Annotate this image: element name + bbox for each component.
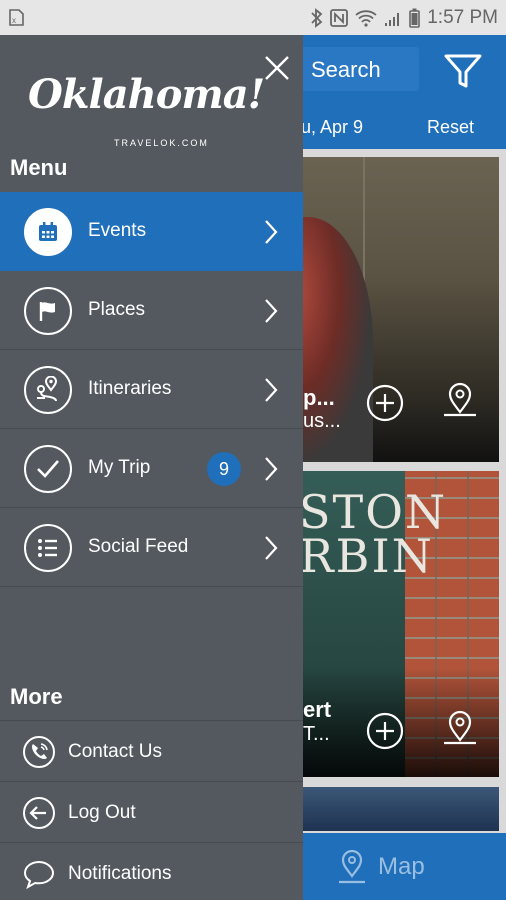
app-logo: Oklahoma! TRAVELOK.COM <box>26 65 265 155</box>
battery-icon <box>409 8 421 28</box>
add-icon[interactable] <box>365 711 405 751</box>
svg-text:x: x <box>12 16 16 25</box>
card-title: ert <box>303 697 332 722</box>
location-pin-icon[interactable] <box>440 381 480 421</box>
event-card[interactable]: p... us... <box>303 157 499 462</box>
more-item-notifications[interactable]: Notifications <box>0 842 303 900</box>
card-image-sign-line2: RBIN <box>303 529 434 583</box>
menu-item-places[interactable]: Places <box>0 271 303 350</box>
menu-item-events[interactable]: Events <box>0 192 303 271</box>
chevron-right-icon <box>265 457 278 481</box>
more-item-label: Notifications <box>68 863 172 884</box>
close-icon[interactable] <box>262 53 292 83</box>
chevron-right-icon <box>265 536 278 560</box>
background-header: Search u, Apr 9 Reset <box>303 35 506 149</box>
event-card[interactable]: STON RBIN ert T... <box>303 471 499 777</box>
status-time: 1:57 PM <box>427 6 498 28</box>
search-field[interactable]: Search <box>303 47 419 91</box>
menu-section-title: Menu <box>10 155 68 180</box>
menu-item-label: Places <box>88 299 146 320</box>
menu-icon-circle <box>24 445 72 493</box>
more-item-label: Contact Us <box>68 741 162 762</box>
logo-text: Oklahoma! <box>28 71 265 118</box>
flag-icon <box>39 302 55 321</box>
chevron-right-icon <box>265 378 278 402</box>
more-section-title: More <box>10 684 63 709</box>
chevron-right-icon <box>265 220 278 244</box>
menu-item-label: Social Feed <box>88 536 189 557</box>
chat-icon <box>23 860 55 890</box>
menu-item-label: Events <box>88 220 147 241</box>
menu-icon-circle <box>24 208 72 256</box>
wifi-icon <box>355 9 377 27</box>
phone-icon <box>23 736 55 768</box>
search-label: Search <box>311 57 381 82</box>
filter-icon[interactable] <box>443 51 483 91</box>
menu-item-label: My Trip <box>88 457 151 478</box>
bottom-nav: Map <box>303 833 506 900</box>
signal-icon <box>385 12 400 26</box>
navigation-drawer: Oklahoma! TRAVELOK.COM Menu Events Place… <box>0 35 303 900</box>
more-item-contact-us[interactable]: Contact Us <box>0 720 303 781</box>
menu-item-itineraries[interactable]: Itineraries <box>0 350 303 429</box>
sim-icon: x <box>9 9 24 26</box>
check-icon <box>37 460 59 478</box>
add-icon[interactable] <box>365 383 405 423</box>
event-card[interactable] <box>303 787 499 831</box>
menu-item-my-trip[interactable]: My Trip 9 <box>0 429 303 508</box>
reset-button[interactable]: Reset <box>427 117 474 138</box>
calendar-icon <box>39 222 57 241</box>
menu-item-social-feed[interactable]: Social Feed <box>0 508 303 587</box>
background-app: Search u, Apr 9 Reset p... us... STON RB… <box>303 35 506 900</box>
logout-icon <box>23 797 55 829</box>
list-icon <box>38 539 57 557</box>
menu-item-label: Itineraries <box>88 378 172 399</box>
route-icon <box>37 376 58 402</box>
map-pin-icon[interactable] <box>337 850 367 884</box>
status-bar: x 1:57 PM <box>0 0 506 35</box>
card-subtitle: us... <box>303 410 341 432</box>
card-subtitle: T... <box>303 723 330 745</box>
more-item-log-out[interactable]: Log Out <box>0 781 303 842</box>
location-pin-icon[interactable] <box>440 709 480 749</box>
chevron-right-icon <box>265 299 278 323</box>
trip-count-badge: 9 <box>207 452 241 486</box>
menu-icon-circle <box>24 524 72 572</box>
bluetooth-icon <box>311 7 323 28</box>
nfc-icon <box>330 8 349 27</box>
map-tab-label[interactable]: Map <box>378 853 425 881</box>
logo-subtext: TRAVELOK.COM <box>114 138 209 148</box>
card-title: p... <box>303 385 335 410</box>
menu-icon-circle <box>24 287 72 335</box>
menu-icon-circle <box>24 366 72 414</box>
date-range-text: u, Apr 9 <box>303 117 364 137</box>
more-item-label: Log Out <box>68 802 136 823</box>
